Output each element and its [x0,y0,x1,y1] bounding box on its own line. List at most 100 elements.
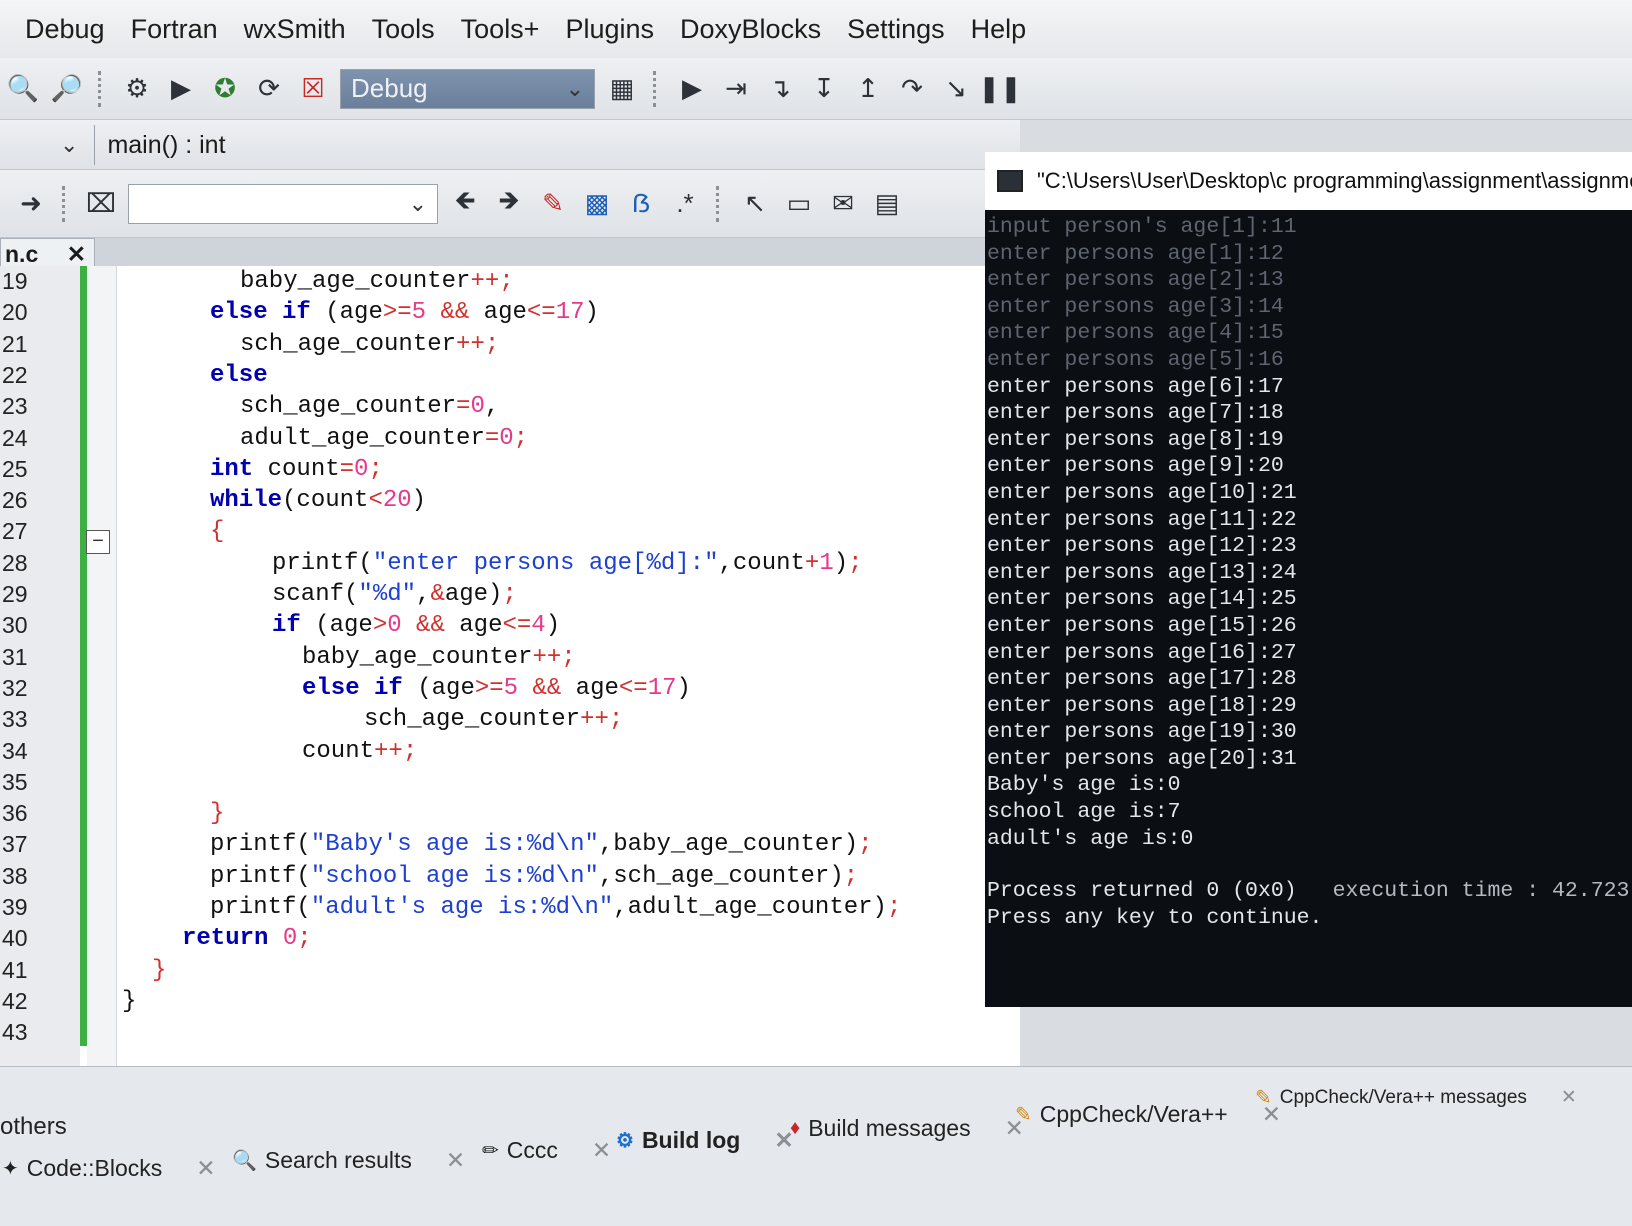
line-number: 29 [2,581,28,607]
tab-cppcheck-vera-messages[interactable]: ✎ CppCheck/Vera++ messages ✕ [1255,1085,1577,1110]
console-line: Baby's age is:0 [987,773,1181,798]
rebuild-icon[interactable]: ⟳ [252,72,286,106]
editor-tab-bar: n.c ✕ [0,238,1020,270]
tab-build-log[interactable]: ⚙ Build log ✕ [616,1127,794,1154]
code-line[interactable]: 30 if (age>0 && age<=4) [0,612,1020,644]
tab-codeblocks[interactable]: ✦ Code::Blocks ✕ [2,1155,216,1182]
match-case-icon[interactable]: ẞ [624,187,658,221]
code-text: sch_age_counter++; [240,330,500,358]
line-number: 40 [2,925,28,952]
code-line[interactable]: 20 else if (age>=5 && age<=17) [0,299,1020,331]
code-line[interactable]: 19 baby_age_counter++; [0,268,1020,300]
tab-cccc[interactable]: ✏ Cccc ✕ [482,1137,611,1164]
envelope-icon[interactable]: ✉ [826,187,860,221]
build-target-select[interactable]: Debug ⌄ [340,68,595,109]
code-line[interactable]: 24 adult_age_counter=0; [0,425,1020,457]
code-line[interactable]: 43 [0,1019,1020,1051]
next-line-icon[interactable]: ↴ [763,72,797,106]
clear-icon[interactable]: ⌧ [84,187,118,221]
cursor-icon[interactable]: ↖ [738,187,772,221]
menu-fortran[interactable]: Fortran [118,6,231,53]
tab-label: Build log [641,1127,741,1153]
step-into-icon[interactable]: ↧ [807,72,841,106]
code-line[interactable]: 21 sch_age_counter++; [0,331,1020,363]
pause-icon[interactable]: ❚❚ [978,72,1022,106]
console-title-bar[interactable]: "C:\Users\User\Desktop\c programming\ass… [985,152,1632,210]
console-line: enter persons age[4]:15 [987,321,1284,346]
arrow-right-icon[interactable]: 🡺 [492,185,526,221]
line-number: 30 [2,612,28,639]
abort-icon[interactable]: ☒ [296,72,330,106]
toolbar-grip[interactable] [653,70,661,107]
code-line[interactable]: 32 else if (age>=5 && age<=17) [0,675,1020,707]
menu-settings[interactable]: Settings [834,6,958,53]
run-to-cursor-icon[interactable]: ⇥ [719,72,753,106]
highlight-icon[interactable]: ✎ [536,187,570,221]
code-line[interactable]: 37 printf("Baby's age is:%d\n",baby_age_c… [0,831,1020,863]
code-line[interactable]: 42} [0,988,1020,1020]
code-line[interactable]: 34 count++; [0,738,1020,770]
code-line[interactable]: 41} [0,957,1020,989]
close-icon[interactable]: ✕ [67,241,86,268]
toolbar-grip[interactable] [716,185,724,222]
menu-debug[interactable]: Debug [12,6,118,53]
code-line[interactable]: 29 scanf("%d",&age); [0,581,1020,613]
code-line[interactable]: 27 { [0,518,1020,550]
code-line[interactable]: 22 else [0,362,1020,394]
menu-help[interactable]: Help [958,6,1040,53]
search-icon: 🔍 [232,1150,257,1172]
code-line[interactable]: 28 printf("enter persons age[%d]:",count+… [0,550,1020,582]
step-instruction-icon[interactable]: ↘ [939,72,973,106]
menu-doxyblocks[interactable]: DoxyBlocks [667,6,834,53]
arrow-left-icon[interactable]: 🡸 [448,185,482,221]
code-text: while(count<20) [210,487,427,515]
calculator-icon[interactable]: ▦ [605,72,639,106]
tab-label: Cccc [506,1137,558,1163]
code-line[interactable]: 40 return 0; [0,925,1020,957]
code-line[interactable]: 33 sch_age_counter++; [0,706,1020,738]
step-out-icon[interactable]: ↥ [851,72,885,106]
replace-icon[interactable]: 🔎 [50,72,84,106]
scope-selector[interactable]: ⌄ main() : int [60,125,980,165]
close-icon[interactable]: ✕ [592,1137,611,1164]
code-text: scanf("%d",&age); [272,581,517,608]
tab-build-messages[interactable]: ♦ Build messages ✕ [790,1115,1024,1142]
code-line[interactable]: 38 printf("school age is:%d\n",sch_age_co… [0,863,1020,895]
text-icon[interactable]: ▤ [870,187,904,221]
rectangle-icon[interactable]: ▭ [782,187,816,221]
toolbar-grip[interactable] [98,70,106,107]
build-gear-icon[interactable]: ⚙ [120,72,154,106]
close-icon[interactable]: ✕ [196,1155,215,1182]
code-line[interactable]: 23 sch_age_counter=0, [0,393,1020,425]
search-combo[interactable]: ⌄ [128,183,438,224]
next-instruction-icon[interactable]: ↷ [895,72,929,106]
line-number: 35 [2,768,28,795]
regex-icon[interactable]: .* [668,187,702,221]
search-icon[interactable]: 🔍 [6,72,40,106]
code-line[interactable]: 39 printf("adult's age is:%d\n",adult_age… [0,894,1020,926]
menu-plugins[interactable]: Plugins [552,6,667,53]
menu-tools-plus[interactable]: Tools+ [448,6,553,53]
code-line[interactable]: 35 [0,769,1020,801]
debug-run-icon[interactable]: ▶ [675,72,709,106]
tab-search-results[interactable]: 🔍 Search results ✕ [232,1147,465,1174]
console-window[interactable]: "C:\Users\User\Desktop\c programming\ass… [985,152,1632,1007]
code-editor[interactable]: − 19 baby_age_counter++; 20 else if (age>=5… [0,266,1020,1066]
close-icon[interactable]: ✕ [446,1147,465,1174]
tab-cppcheck-vera[interactable]: ✎ CppCheck/Vera++ ✕ [1015,1101,1281,1128]
selected-text-icon[interactable]: ▩ [580,187,614,221]
console-title: "C:\Users\User\Desktop\c programming\ass… [1037,168,1632,193]
function-scope[interactable]: main() : int [94,125,226,165]
toolbar-grip[interactable] [62,185,70,222]
jump-icon[interactable]: ➜ [14,187,48,221]
code-line[interactable]: 36} [0,800,1020,832]
menu-wxsmith[interactable]: wxSmith [231,6,359,53]
code-line[interactable]: 26 while(count<20) [0,487,1020,519]
build-and-run-icon[interactable]: ✪ [208,72,242,106]
code-line[interactable]: 25 int count=0; [0,456,1020,488]
build-target-value: Debug [351,73,428,103]
run-icon[interactable]: ▶ [164,72,198,106]
close-icon[interactable]: ✕ [1561,1086,1577,1109]
code-line[interactable]: 31 baby_age_counter++; [0,644,1020,676]
menu-tools[interactable]: Tools [359,6,448,53]
